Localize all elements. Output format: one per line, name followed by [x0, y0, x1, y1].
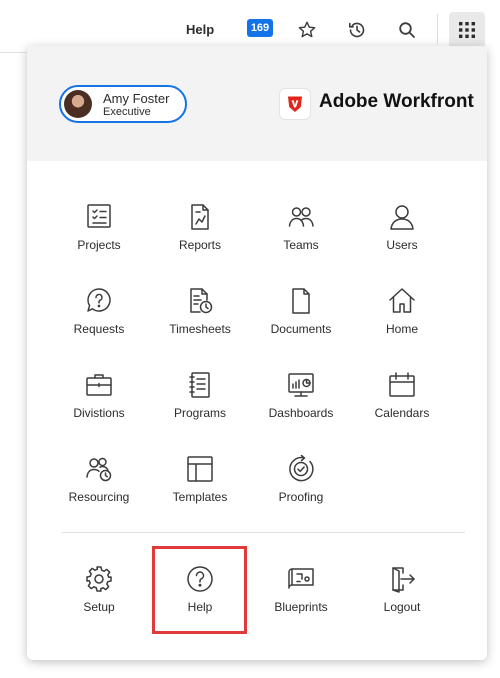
- app-label: Resourcing: [68, 490, 130, 504]
- app-resourcing[interactable]: Resourcing: [54, 454, 144, 524]
- avatar: [64, 90, 92, 118]
- app-divisions[interactable]: Divistions: [54, 370, 144, 440]
- programs-icon: [185, 370, 215, 400]
- app-label: Timesheets: [169, 322, 231, 336]
- app-label: Dashboards: [268, 406, 334, 420]
- menu-label: Setup: [83, 600, 115, 614]
- panel-header: Amy Foster Executive Adobe Workfront: [27, 46, 487, 161]
- documents-icon: [286, 286, 316, 316]
- app-teams[interactable]: Teams: [256, 202, 346, 272]
- app-label: Templates: [172, 490, 228, 504]
- app-projects[interactable]: Projects: [54, 202, 144, 272]
- app-dashboards[interactable]: Dashboards: [256, 370, 346, 440]
- calendars-icon: [387, 370, 417, 400]
- app-programs[interactable]: Programs: [155, 370, 245, 440]
- app-label: Reports: [178, 238, 222, 252]
- proofing-icon: [286, 454, 316, 484]
- app-timesheets[interactable]: Timesheets: [155, 286, 245, 356]
- app-proofing[interactable]: Proofing: [256, 454, 346, 524]
- menu-setup[interactable]: Setup: [54, 564, 144, 634]
- reports-icon: [185, 202, 215, 232]
- logout-icon: [387, 564, 417, 594]
- app-label: Users: [386, 238, 418, 252]
- divisions-icon: [84, 370, 114, 400]
- user-profile-button[interactable]: Amy Foster Executive: [59, 85, 187, 123]
- app-label: Programs: [173, 406, 226, 420]
- help-link[interactable]: Help: [186, 22, 214, 37]
- blueprints-icon: [286, 564, 316, 594]
- toolbar-divider: [437, 14, 438, 44]
- teams-icon: [286, 202, 316, 232]
- app-label: Calendars: [374, 406, 430, 420]
- menu-logout[interactable]: Logout: [357, 564, 447, 634]
- app-templates[interactable]: Templates: [155, 454, 245, 524]
- app-label: Divistions: [73, 406, 125, 420]
- app-home[interactable]: Home: [357, 286, 447, 356]
- templates-icon: [185, 454, 215, 484]
- app-label: Proofing: [278, 490, 324, 504]
- app-users[interactable]: Users: [357, 202, 447, 272]
- menu-label: Logout: [383, 600, 421, 614]
- projects-icon: [84, 202, 114, 232]
- menu-divider: [61, 532, 465, 533]
- user-name: Amy Foster: [103, 91, 170, 106]
- requests-icon: [84, 286, 114, 316]
- brand-name: Adobe Workfront: [319, 91, 474, 112]
- app-label: Projects: [77, 238, 121, 252]
- user-role: Executive: [103, 106, 151, 118]
- app-calendars[interactable]: Calendars: [357, 370, 447, 440]
- resourcing-icon: [84, 454, 114, 484]
- users-icon: [387, 202, 417, 232]
- timesheets-icon: [185, 286, 215, 316]
- app-documents[interactable]: Documents: [256, 286, 346, 356]
- main-menu-button[interactable]: [449, 12, 485, 48]
- home-icon: [387, 286, 417, 316]
- app-requests[interactable]: Requests: [54, 286, 144, 356]
- grid-icon: [459, 22, 475, 38]
- top-bar-divider: [0, 52, 30, 53]
- search-icon[interactable]: [397, 20, 417, 40]
- notifications-badge[interactable]: 169: [247, 19, 273, 37]
- menu-blueprints[interactable]: Blueprints: [256, 564, 346, 634]
- star-icon[interactable]: [297, 20, 317, 40]
- app-label: Teams: [283, 238, 319, 252]
- help-highlight-box: [152, 546, 247, 634]
- top-bar: Help 169: [0, 0, 500, 53]
- app-reports[interactable]: Reports: [155, 202, 245, 272]
- history-icon[interactable]: [347, 20, 367, 40]
- main-menu-panel: Amy Foster Executive Adobe Workfront Pro…: [27, 46, 487, 660]
- setup-icon: [84, 564, 114, 594]
- app-label: Documents: [270, 322, 332, 336]
- app-label: Home: [385, 322, 418, 336]
- workfront-logo-icon: [280, 89, 310, 119]
- dashboards-icon: [286, 370, 316, 400]
- app-label: Requests: [73, 322, 125, 336]
- menu-label: Blueprints: [274, 600, 328, 614]
